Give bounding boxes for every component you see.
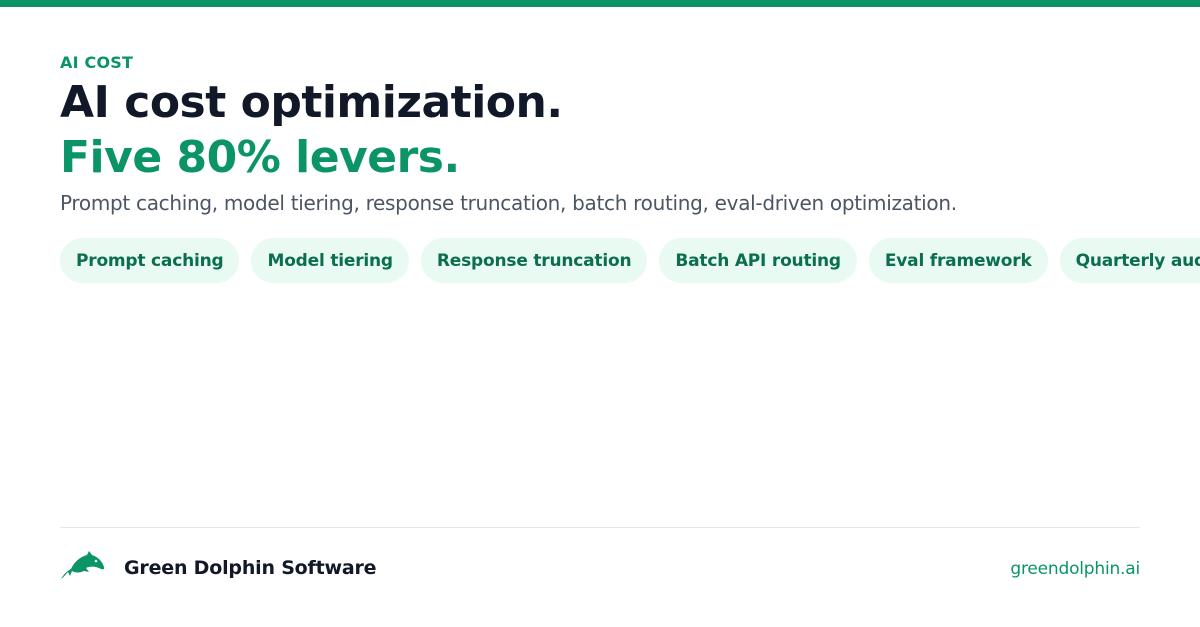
chip-eval-framework: Eval framework — [868, 238, 1048, 283]
dolphin-icon — [61, 551, 105, 579]
chip-quarterly-audit: Quarterly audit — [1059, 238, 1200, 283]
website-link[interactable]: greendolphin.ai — [1010, 557, 1140, 581]
top-accent-bar — [0, 0, 1200, 7]
page-title-accent: Five 80% levers. — [60, 132, 460, 183]
company-name: Green Dolphin Software — [124, 557, 377, 579]
eyebrow-label: AI COST — [60, 53, 134, 72]
page-subtitle: Prompt caching, model tiering, response … — [60, 191, 957, 215]
chip-prompt-caching: Prompt caching — [60, 238, 240, 283]
page-title: AI cost optimization. — [60, 77, 563, 128]
chip-response-truncation: Response truncation — [420, 238, 648, 283]
footer-divider — [60, 527, 1140, 528]
chip-batch-api-routing: Batch API routing — [659, 238, 857, 283]
chip-model-tiering: Model tiering — [251, 238, 409, 283]
topic-chips: Prompt caching Model tiering Response tr… — [60, 238, 1200, 283]
